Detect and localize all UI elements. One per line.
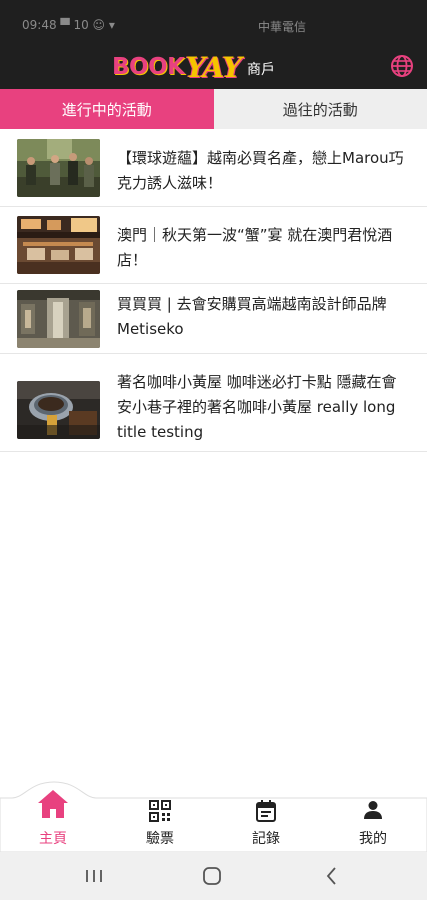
tab-past-events[interactable]: 過往的活動 bbox=[213, 89, 427, 129]
globe-icon[interactable] bbox=[389, 53, 415, 79]
recent-apps-icon[interactable] bbox=[82, 864, 106, 888]
event-title: 買買買 | 去會安購買高端越南設計師品牌Metiseko bbox=[117, 295, 387, 338]
event-list-item[interactable]: 【環球遊蘊】越南必買名產，戀上Marou巧克力誘人滋味！ bbox=[0, 129, 427, 207]
event-list-item[interactable]: 澳門｜秋天第一波“蟹”宴 就在澳門君悅酒店！ bbox=[0, 207, 427, 284]
event-list: 【環球遊蘊】越南必買名產，戀上Marou巧克力誘人滋味！ 澳門｜秋天第一波“蟹”… bbox=[0, 129, 427, 452]
event-title: 著名咖啡小黃屋 咖啡迷必打卡點 隱藏在會安小巷子裡的著名咖啡小黃屋 really… bbox=[117, 373, 397, 441]
qr-code-icon bbox=[149, 800, 171, 822]
status-bar: 09:48 ▀ 10 ☺ ▾ 中華電信 bbox=[0, 0, 427, 44]
app-bar: BOOK YAY 商戶 bbox=[0, 44, 427, 89]
nav-home-label: 主頁 bbox=[39, 831, 67, 847]
nav-home[interactable]: 主頁 bbox=[0, 780, 106, 852]
event-thumbnail bbox=[17, 381, 100, 439]
event-thumbnail bbox=[17, 290, 100, 348]
event-tabs: 進行中的活動 過往的活動 bbox=[0, 89, 427, 129]
back-icon[interactable] bbox=[320, 864, 344, 888]
home-button-icon[interactable] bbox=[200, 864, 224, 888]
bookyay-logo: BOOK YAY 商戶 bbox=[112, 50, 275, 84]
event-thumbnail bbox=[17, 139, 100, 197]
calendar-icon bbox=[256, 800, 276, 822]
logo-text-book: BOOK bbox=[112, 54, 185, 80]
event-title: 澳門｜秋天第一波“蟹”宴 就在澳門君悅酒店！ bbox=[117, 226, 393, 269]
person-icon bbox=[364, 801, 382, 819]
nav-records-label: 記錄 bbox=[252, 831, 280, 847]
nav-profile[interactable]: 我的 bbox=[320, 780, 426, 852]
event-title: 【環球遊蘊】越南必買名產，戀上Marou巧克力誘人滋味！ bbox=[117, 149, 404, 192]
tab-ongoing-events[interactable]: 進行中的活動 bbox=[0, 89, 214, 129]
logo-subtitle: 商戶 bbox=[246, 62, 275, 78]
event-thumbnail bbox=[17, 216, 100, 274]
status-carrier: 中華電信 bbox=[258, 20, 307, 34]
system-navigation-bar bbox=[0, 852, 427, 900]
home-icon bbox=[38, 790, 68, 818]
nav-ticket-check-label: 驗票 bbox=[146, 831, 174, 847]
nav-ticket-check[interactable]: 驗票 bbox=[107, 780, 213, 852]
event-list-item[interactable]: 買買買 | 去會安購買高端越南設計師品牌Metiseko bbox=[0, 284, 427, 354]
nav-profile-label: 我的 bbox=[359, 831, 387, 847]
event-list-item[interactable]: 著名咖啡小黃屋 咖啡迷必打卡點 隱藏在會安小巷子裡的著名咖啡小黃屋 really… bbox=[0, 354, 427, 452]
logo-text-yay: YAY bbox=[185, 50, 242, 84]
bottom-navigation: 主頁 驗票 記錄 我的 bbox=[0, 780, 427, 852]
status-time: 09:48 ▀ 10 ☺ ▾ bbox=[22, 18, 115, 32]
nav-records[interactable]: 記錄 bbox=[213, 780, 319, 852]
